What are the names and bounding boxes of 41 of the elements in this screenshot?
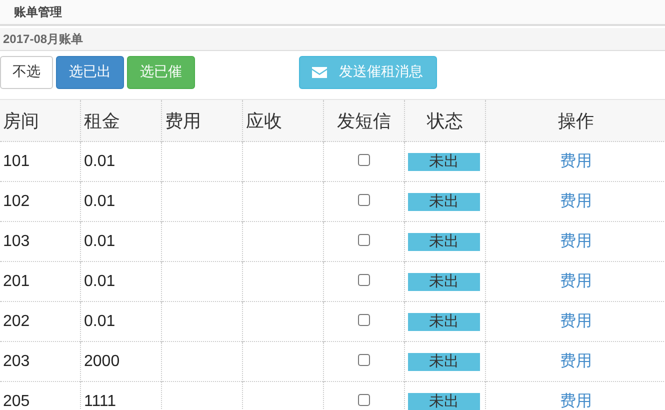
status-badge: 未出 bbox=[408, 232, 480, 250]
column-header: 费用 bbox=[162, 100, 242, 142]
column-header: 状态 bbox=[404, 100, 486, 142]
column-header: 操作 bbox=[486, 100, 665, 142]
table-cell: 0.01 bbox=[80, 182, 162, 222]
fee-link[interactable]: 费用 bbox=[560, 393, 592, 410]
panel-heading: 2017-08月账单 bbox=[3, 30, 84, 48]
column-header: 应收 bbox=[242, 100, 324, 142]
table-cell: 1111 bbox=[80, 382, 162, 410]
status-badge: 未出 bbox=[408, 152, 480, 170]
table-cell: 203 bbox=[0, 342, 80, 382]
status-badge: 未出 bbox=[408, 392, 480, 410]
table-cell: 0.01 bbox=[80, 142, 162, 182]
table-cell: 103 bbox=[0, 222, 80, 262]
fee-link[interactable]: 费用 bbox=[560, 193, 592, 210]
fee-link[interactable]: 费用 bbox=[560, 273, 592, 290]
fee-link[interactable]: 费用 bbox=[560, 153, 592, 170]
status-badge: 未出 bbox=[408, 272, 480, 290]
column-header: 房间 bbox=[0, 100, 80, 142]
table-cell: 202 bbox=[0, 302, 80, 342]
table-cell: 201 bbox=[0, 262, 80, 302]
table-cell: 0.01 bbox=[80, 222, 162, 262]
status-badge: 未出 bbox=[408, 352, 480, 370]
table-cell: 2000 bbox=[80, 342, 162, 382]
column-header: 发短信 bbox=[324, 100, 404, 142]
fee-link[interactable]: 费用 bbox=[560, 313, 592, 330]
table-cell: 101 bbox=[0, 142, 80, 182]
column-header: 租金 bbox=[80, 100, 162, 142]
select-button[interactable]: 选已催 bbox=[127, 56, 195, 88]
send-message-button[interactable]: 发送催租消息 bbox=[299, 56, 437, 88]
table-cell: 205 bbox=[0, 382, 80, 410]
page-title: 账单管理 bbox=[14, 4, 62, 20]
select-button[interactable]: 不选 bbox=[0, 56, 53, 88]
fee-link[interactable]: 费用 bbox=[560, 353, 592, 370]
status-badge: 未出 bbox=[408, 312, 480, 330]
table-cell: 0.01 bbox=[80, 262, 162, 302]
fee-link[interactable]: 费用 bbox=[560, 233, 592, 250]
table-cell: 0.01 bbox=[80, 302, 162, 342]
status-badge: 未出 bbox=[408, 192, 480, 210]
select-button[interactable]: 选已出 bbox=[56, 56, 124, 88]
table-cell: 102 bbox=[0, 182, 80, 222]
